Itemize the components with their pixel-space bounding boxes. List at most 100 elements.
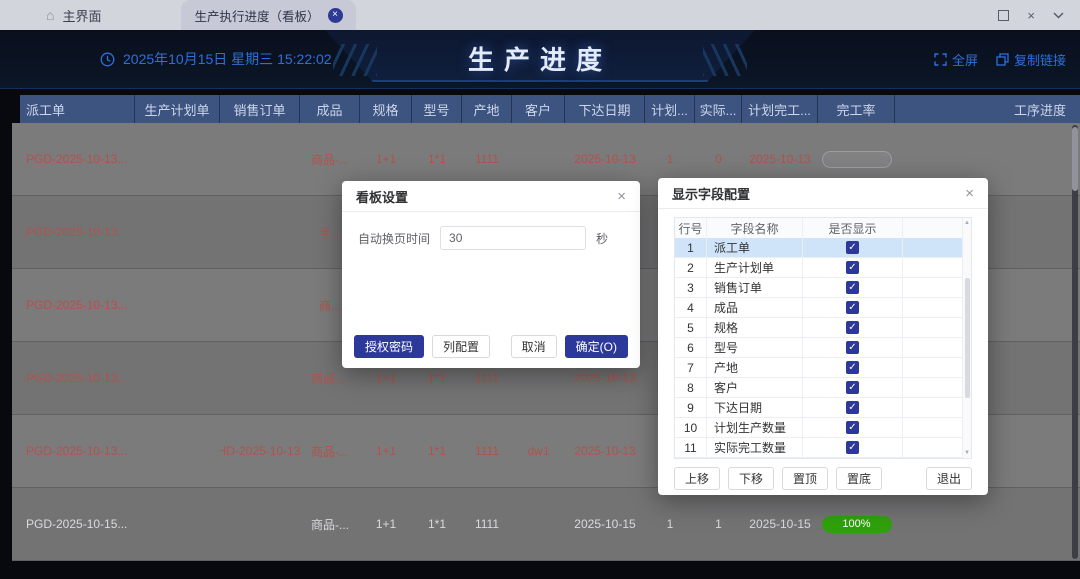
- exit-button[interactable]: 退出: [926, 467, 972, 490]
- move-down-button[interactable]: 下移: [728, 467, 774, 490]
- datetime-text: 2025年10月15日 星期三 15:22:02: [123, 49, 332, 69]
- field-empty-cell: [903, 258, 962, 277]
- field-name: 下达日期: [707, 398, 803, 417]
- field-name: 成品: [707, 298, 803, 317]
- move-up-button[interactable]: 上移: [674, 467, 720, 490]
- field-show-cell: ✓: [803, 258, 903, 277]
- fields-scrollbar-thumb[interactable]: [965, 278, 970, 398]
- field-show-cell: ✓: [803, 418, 903, 437]
- fullscreen-button[interactable]: 全屏: [934, 50, 978, 69]
- field-checkbox[interactable]: ✓: [846, 341, 859, 354]
- tab-production-progress[interactable]: 生产执行进度（看板） ×: [181, 0, 355, 30]
- cell-issue_date: 2025-10-15: [565, 517, 645, 531]
- grid-header: 派工单生产计划单销售订单成品规格型号产地客户下达日期计划...实际...计划完工…: [20, 95, 1080, 123]
- field-checkbox[interactable]: ✓: [846, 441, 859, 454]
- field-row-number: 9: [675, 398, 707, 417]
- kanban-scrollbar[interactable]: [1072, 125, 1078, 559]
- field-checkbox[interactable]: ✓: [846, 301, 859, 314]
- field-empty-cell: [903, 358, 962, 377]
- field-name: 计划生产数量: [707, 418, 803, 437]
- field-empty-cell: [903, 418, 962, 437]
- fields-dialog-title: 显示字段配置: [672, 184, 750, 203]
- fields-close-icon[interactable]: ×: [965, 186, 974, 201]
- tab-bar: ⌂ 主界面 生产执行进度（看板） × ×: [0, 0, 1080, 30]
- field-empty-cell: [903, 398, 962, 417]
- cell-planned_finish: 2025-10-13: [742, 152, 818, 166]
- cell-spec: 1+1: [360, 371, 412, 385]
- tab-close-icon[interactable]: ×: [328, 8, 343, 23]
- display-fields-dialog: 显示字段配置 × 行号 字段名称 是否显示 1派工单✓2生产计划单✓3销售订单✓…: [658, 178, 988, 495]
- chevron-down-icon[interactable]: [1053, 12, 1064, 19]
- auth-password-button[interactable]: 授权密码: [354, 335, 424, 358]
- confirm-button[interactable]: 确定(O): [565, 335, 628, 358]
- fullscreen-icon: [934, 53, 947, 66]
- table-row[interactable]: PGD-2025-10-15...商品-...1+11*111112025-10…: [12, 488, 1080, 561]
- col-row-number: 行号: [675, 218, 707, 238]
- field-show-cell: ✓: [803, 338, 903, 357]
- copy-link-button[interactable]: 复制链接: [996, 50, 1066, 69]
- field-checkbox[interactable]: ✓: [846, 421, 859, 434]
- field-row-number: 7: [675, 358, 707, 377]
- column-header-plan: 生产计划单: [135, 95, 220, 123]
- cancel-button[interactable]: 取消: [511, 335, 557, 358]
- completion-pill: [822, 151, 892, 168]
- field-row[interactable]: 8客户✓: [675, 378, 962, 398]
- auto-page-input[interactable]: [440, 226, 586, 250]
- field-row-number: 2: [675, 258, 707, 277]
- home-icon[interactable]: ⌂: [46, 8, 54, 22]
- window-close-icon[interactable]: ×: [1027, 9, 1035, 22]
- field-empty-cell: [903, 238, 962, 257]
- settings-dialog-header: 看板设置 ×: [342, 181, 640, 212]
- field-checkbox[interactable]: ✓: [846, 361, 859, 374]
- field-row-number: 8: [675, 378, 707, 397]
- move-bottom-button[interactable]: 置底: [836, 467, 882, 490]
- column-header-product: 成品: [300, 95, 360, 123]
- fields-dialog-header: 显示字段配置 ×: [658, 178, 988, 209]
- fields-table-header: 行号 字段名称 是否显示: [675, 218, 971, 239]
- settings-dialog-footer: 授权密码 列配置 取消 确定(O): [342, 335, 640, 368]
- column-header-planned_finish: 计划完工...: [742, 95, 818, 123]
- settings-dialog-title: 看板设置: [356, 187, 408, 206]
- column-config-button[interactable]: 列配置: [432, 335, 490, 358]
- maximize-icon[interactable]: [998, 10, 1009, 21]
- field-row[interactable]: 10计划生产数量✓: [675, 418, 962, 438]
- field-row[interactable]: 4成品✓: [675, 298, 962, 318]
- field-checkbox[interactable]: ✓: [846, 381, 859, 394]
- field-row[interactable]: 6型号✓: [675, 338, 962, 358]
- field-checkbox[interactable]: ✓: [846, 241, 859, 254]
- field-checkbox[interactable]: ✓: [846, 281, 859, 294]
- settings-close-icon[interactable]: ×: [617, 189, 626, 204]
- scroll-down-icon[interactable]: ▼: [964, 450, 970, 456]
- field-name: 产地: [707, 358, 803, 377]
- field-row[interactable]: 2生产计划单✓: [675, 258, 962, 278]
- field-show-cell: ✓: [803, 378, 903, 397]
- field-show-cell: ✓: [803, 278, 903, 297]
- cell-actual_qty: 1: [695, 517, 742, 531]
- move-top-button[interactable]: 置顶: [782, 467, 828, 490]
- scrollbar-thumb[interactable]: [1072, 127, 1078, 191]
- home-nav-label[interactable]: 主界面: [62, 6, 101, 25]
- field-row[interactable]: 1派工单✓: [675, 238, 962, 258]
- field-row-number: 6: [675, 338, 707, 357]
- field-checkbox[interactable]: ✓: [846, 401, 859, 414]
- column-header-planned_qty: 计划...: [645, 95, 695, 123]
- field-checkbox[interactable]: ✓: [846, 261, 859, 274]
- col-show-flag: 是否显示: [803, 218, 903, 238]
- field-row[interactable]: 9下达日期 ✓: [675, 398, 962, 418]
- field-row[interactable]: 5规格✓: [675, 318, 962, 338]
- field-row-number: 1: [675, 238, 707, 257]
- copy-link-label: 复制链接: [1014, 50, 1066, 69]
- cell-issue_date: 2025-10-13: [565, 371, 645, 385]
- column-header-sales: 销售订单: [220, 95, 300, 123]
- field-show-cell: ✓: [803, 238, 903, 257]
- scroll-up-icon[interactable]: ▲: [964, 220, 970, 226]
- cell-planned_finish: 2025-10-15: [742, 517, 818, 531]
- field-row[interactable]: 7产地 ✓: [675, 358, 962, 378]
- fields-scrollbar[interactable]: ▲ ▼: [962, 218, 971, 458]
- copy-link-icon: [996, 53, 1009, 66]
- cell-planned_qty: 1: [645, 517, 695, 531]
- field-row[interactable]: 3销售订单✓: [675, 278, 962, 298]
- field-checkbox[interactable]: ✓: [846, 321, 859, 334]
- field-row[interactable]: 11实际完工数量✓: [675, 438, 962, 458]
- field-list: 1派工单✓2生产计划单✓3销售订单✓4成品✓5规格✓6型号✓7产地✓8客户✓9下…: [675, 238, 962, 458]
